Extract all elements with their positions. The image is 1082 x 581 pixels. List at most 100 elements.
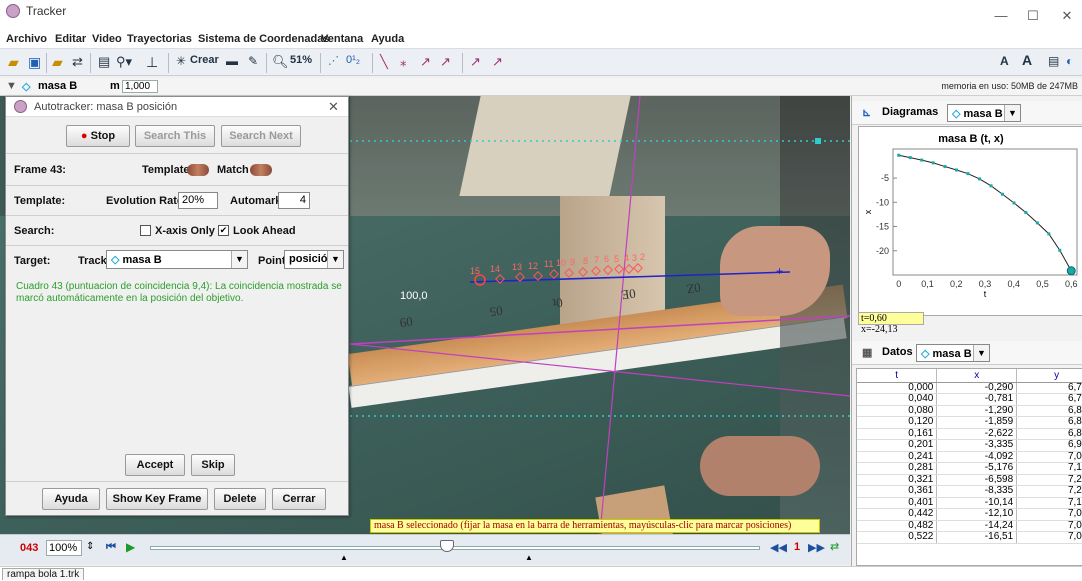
plot-tab[interactable]: Diagramas [882, 106, 938, 118]
evolution-rate-spinner[interactable]: 20% [178, 192, 218, 209]
table-row[interactable]: 0,040-0,7816,745 [857, 393, 1082, 406]
calibration-icon[interactable]: ⚲▾ [116, 54, 132, 72]
data-track-select[interactable]: ◇ masa B ▼ [916, 344, 990, 362]
play-icon[interactable]: ▶ [126, 540, 135, 554]
slider-knob[interactable] [440, 540, 454, 552]
table-row[interactable]: 0,241-4,0927,070 [857, 451, 1082, 463]
table-row[interactable]: 0,361-8,3357,205 [857, 485, 1082, 498]
search-label: Search: [14, 225, 55, 237]
x-vs-t-plot[interactable]: masa B (t, x) 0 0,1 0,2 0,3 0,4 0,5 0,6 -5 -10 -1… [858, 126, 1082, 316]
zoom-level[interactable]: 51% [290, 54, 312, 72]
save-icon[interactable]: ▣ [28, 54, 41, 72]
skip-button[interactable]: Skip [191, 454, 235, 476]
table-row[interactable]: 0,522-16,517,075 [857, 531, 1082, 544]
font-smaller-button[interactable]: A [1000, 54, 1009, 72]
menu-sistema-coordenadas[interactable]: Sistema de Coordenadas [198, 33, 329, 45]
look-ahead-checkbox[interactable]: ✔ [218, 225, 229, 236]
import-icon[interactable]: ▰ [52, 54, 63, 72]
delete-button[interactable]: Delete [214, 488, 266, 510]
close-button[interactable]: ✕ [1052, 8, 1082, 28]
step-back-icon[interactable]: ◀◀ [770, 541, 787, 554]
table-row[interactable]: 0,482-14,247,075 [857, 520, 1082, 532]
dialog-title: Autotracker: masa B posición [34, 101, 178, 113]
stick-end-marker: + [776, 264, 783, 278]
start-marker-icon[interactable]: ▲ [340, 553, 348, 562]
cerrar-button[interactable]: Cerrar [272, 488, 326, 510]
notes-icon[interactable]: ✎ [248, 54, 258, 72]
table-row[interactable]: 0,080-1,2906,808 [857, 405, 1082, 417]
menu-ayuda[interactable]: Ayuda [371, 33, 404, 45]
open-folder-icon[interactable]: ▰ [8, 54, 19, 72]
file-tab[interactable]: rampa bola 1.trk [2, 568, 85, 580]
labels-icon[interactable]: 0¹₂ [346, 54, 360, 72]
acceleration-icon[interactable]: ↗ [440, 54, 451, 72]
clip-settings-icon[interactable]: ▤ [98, 54, 110, 72]
col-header-x[interactable]: x [936, 369, 1018, 383]
show-key-frame-button[interactable]: Show Key Frame [106, 488, 208, 510]
table-row[interactable]: 0,000-0,2906,751 [857, 382, 1082, 394]
center-mass-icon[interactable]: ↗ [492, 54, 503, 72]
track-select[interactable]: ◇ masa B ▼ [106, 250, 248, 269]
table-row[interactable]: 0,321-6,5987,250 [857, 474, 1082, 486]
frame-number[interactable]: 043 [20, 542, 38, 554]
refresh-icon[interactable]: ◐ [1066, 54, 1073, 72]
step-size[interactable]: 1 [794, 541, 800, 553]
export-icon[interactable]: ⇄ [72, 54, 83, 72]
track-bar-menu-icon[interactable]: ▼ [6, 80, 17, 92]
menu-trayectorias[interactable]: Trayectorias [127, 33, 192, 45]
trail-icon[interactable]: ⋰ [328, 54, 339, 72]
data-tab[interactable]: Datos [882, 346, 913, 358]
stop-label: Stop [90, 130, 116, 142]
stop-button[interactable]: ● Stop [66, 125, 130, 147]
table-row[interactable]: 0,401-10,147,181 [857, 497, 1082, 509]
menu-video[interactable]: Video [92, 33, 122, 45]
search-this-button[interactable]: Search This [135, 125, 215, 147]
menu-ventana[interactable]: Ventana [321, 33, 363, 45]
accept-button[interactable]: Accept [125, 454, 185, 476]
properties-icon[interactable]: ▤ [1048, 54, 1059, 72]
xaxis-only-checkbox[interactable] [140, 225, 151, 236]
mass-field[interactable]: 1,000 [122, 80, 158, 93]
plot-readout: t=0,60 x=-24,13 [858, 312, 924, 335]
plot-track-select[interactable]: ◇ masa B ▼ [947, 104, 1021, 122]
table-row[interactable]: 0,281-5,1767,192 [857, 462, 1082, 475]
table-cell: 0,522 [857, 531, 938, 544]
track-name[interactable]: masa B [38, 80, 77, 92]
table-row[interactable]: 0,161-2,6226,872 [857, 428, 1082, 440]
point-select[interactable]: posición ▼ [284, 250, 344, 269]
track-control-icon[interactable]: ▬ [226, 54, 238, 72]
axes-icon[interactable]: ⊥ [146, 54, 158, 72]
zoom-spinner[interactable]: 100% [46, 540, 82, 556]
points-icon[interactable]: ⁎ [400, 54, 407, 72]
table-row[interactable]: 0,120-1,8596,849 [857, 416, 1082, 429]
maximize-button[interactable]: ☐ [1018, 8, 1048, 28]
table-row[interactable]: 0,201-3,3356,990 [857, 439, 1082, 452]
memory-usage[interactable]: memoria en uso: 50MB de 247MB [941, 81, 1078, 91]
spinner-arrows-icon[interactable]: ⇕ [86, 541, 94, 552]
svg-text:2: 2 [640, 252, 645, 262]
col-header-t[interactable]: t [857, 369, 938, 383]
velocity-icon[interactable]: ↗ [420, 54, 431, 72]
data-table[interactable]: t x y 0,000-0,2906,7510,040-0,7816,7450,… [856, 368, 1082, 566]
automark-spinner[interactable]: 4 [278, 192, 310, 209]
col-header-y[interactable]: y [1016, 369, 1082, 383]
zoom-icon[interactable]: 🔍︎ [272, 54, 289, 72]
table-cell: 7,070 [1016, 451, 1082, 463]
minimize-button[interactable]: — [986, 8, 1016, 28]
table-row[interactable]: 0,442-12,107,082 [857, 508, 1082, 521]
search-next-button[interactable]: Search Next [221, 125, 301, 147]
step-forward-icon[interactable]: ▶▶ [808, 541, 825, 554]
dialog-close-icon[interactable]: ✕ [328, 99, 339, 115]
table-cell: 0,401 [857, 497, 938, 509]
create-track-button[interactable]: Crear [190, 54, 219, 72]
menu-editar[interactable]: Editar [55, 33, 86, 45]
end-marker-icon[interactable]: ▲ [525, 553, 533, 562]
path-icon[interactable]: ╲ [380, 54, 388, 72]
loop-icon[interactable]: ⇄ [830, 540, 839, 553]
menu-archivo[interactable]: Archivo [6, 33, 47, 45]
font-larger-button[interactable]: A [1022, 52, 1032, 70]
vector-sum-icon[interactable]: ↗ [470, 54, 481, 72]
frame-slider[interactable] [150, 546, 760, 550]
go-to-start-icon[interactable]: ⏮ [106, 541, 116, 554]
ayuda-button[interactable]: Ayuda [42, 488, 100, 510]
